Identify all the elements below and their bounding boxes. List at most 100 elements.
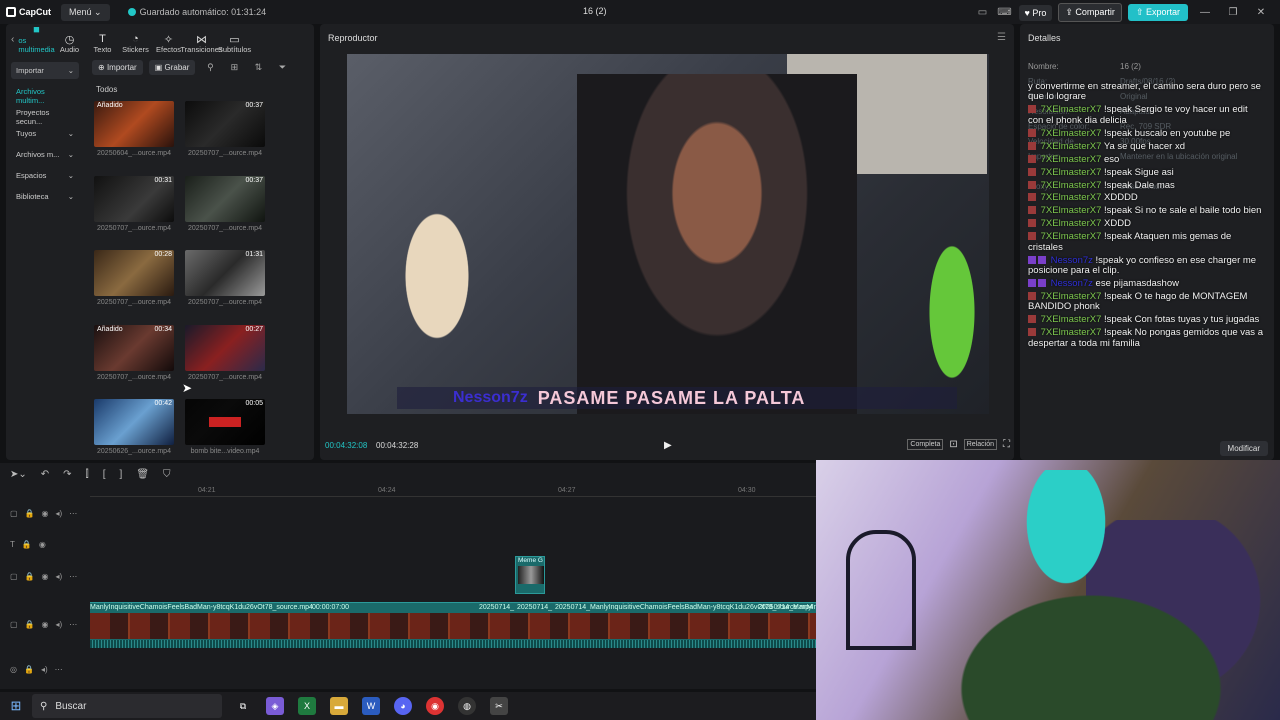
sort-icon[interactable]: ⇅ — [249, 62, 267, 73]
lock-icon[interactable]: 🔒 — [25, 620, 35, 629]
media-item[interactable]: Añadido 00:34 20250707_...ource.mp4 — [94, 324, 174, 381]
modify-button[interactable]: Modificar — [1219, 441, 1268, 456]
excel-icon[interactable]: X — [298, 697, 316, 715]
tab-2[interactable]: T Texto — [86, 33, 119, 54]
more-icon[interactable]: ⋯ — [55, 665, 63, 674]
export-button[interactable]: ⇧ Exportar — [1127, 4, 1188, 21]
tab-6[interactable]: ▭ Subtítulos — [218, 33, 251, 54]
details-key: Nombre: — [1028, 62, 1059, 71]
lock-icon[interactable]: 🔒 — [25, 572, 35, 581]
delete-icon[interactable]: 🗑 — [136, 469, 149, 480]
layout-icon[interactable]: ▭ — [975, 5, 991, 21]
pro-button[interactable]: ♥ Pro — [1018, 4, 1053, 21]
media-item[interactable]: 00:37 20250707_...ource.mp4 — [185, 101, 265, 157]
chevron-left-icon[interactable]: ‹ — [11, 34, 14, 45]
badge-icon — [1028, 193, 1036, 202]
media-item[interactable]: 00:37 20250707_...ource.mp4 — [185, 175, 265, 232]
audio-icon[interactable]: ◂) — [56, 620, 63, 629]
audio-icon[interactable]: ◂) — [56, 572, 63, 581]
video-preview[interactable]: Nesson7z PASAME PASAME LA PALTA — [347, 54, 989, 414]
eye-icon[interactable]: ◉ — [42, 572, 49, 581]
media-item[interactable]: 00:05 bomb bite...video.mp4 — [185, 399, 265, 455]
track-type-icon: ▢ — [10, 572, 18, 581]
chat-text: !speak buscalo en youtube pe — [1104, 127, 1231, 139]
lock-icon[interactable]: 🔒 — [24, 665, 34, 674]
sidebar-item-3[interactable]: Tuyos ⌄ — [11, 125, 79, 142]
sidebar-item-4[interactable]: Archivos m... ⌄ — [11, 146, 79, 163]
word-icon[interactable]: W — [362, 697, 380, 715]
shortcuts-icon[interactable]: ⌨ — [997, 5, 1013, 21]
lock-icon[interactable]: 🔒 — [25, 509, 35, 518]
capcut-taskbar-icon[interactable]: ✂ — [490, 697, 508, 715]
sidebar-item-0[interactable]: Importar ⌄ — [11, 62, 79, 79]
media-item[interactable]: 00:28 20250707_...ource.mp4 — [94, 250, 174, 306]
details-value: 16 (2) — [1120, 62, 1141, 71]
sidebar-item-5[interactable]: Espacios ⌄ — [11, 167, 79, 184]
tab-5[interactable]: ⋈ Transiciones — [180, 33, 222, 54]
tab-3[interactable]: ◔ Stickers — [119, 33, 152, 54]
trim-right-icon[interactable]: ] — [120, 469, 123, 480]
audio-icon[interactable]: ◂) — [41, 665, 48, 674]
undo-icon[interactable]: ↶ — [41, 469, 49, 480]
play-icon[interactable]: ▶ — [664, 440, 672, 451]
marker-icon[interactable]: ⛉ — [163, 469, 171, 480]
minimize-icon[interactable]: — — [1194, 7, 1216, 18]
select-tool-icon[interactable]: ➤⌄ — [10, 469, 27, 480]
share-button[interactable]: ⇪ Compartir — [1058, 3, 1122, 22]
fullscreen-icon[interactable]: ⛶ — [1003, 439, 1010, 450]
file-explorer-icon[interactable]: ▬ — [330, 697, 348, 715]
menu-button[interactable]: Menú ⌄ — [61, 3, 110, 21]
media-duration: 00:28 — [154, 251, 172, 258]
taskbar-search[interactable]: ⚲ Buscar — [32, 694, 222, 718]
main-video-clip[interactable]: ManlyInquisitiveChamoisFeelsBadMan-y8tcq… — [90, 602, 816, 648]
sidebar-item-1[interactable]: Archivos multim... — [11, 83, 79, 105]
more-icon[interactable]: ⋯ — [69, 572, 77, 581]
tab-1[interactable]: ◷ Audio — [53, 33, 86, 54]
chat-username: 7XElmasterX7 — [1040, 140, 1102, 152]
grid-view-icon[interactable]: ⊞ — [225, 62, 243, 73]
tab-0[interactable]: ■ os multimedia — [18, 24, 54, 54]
menu-icon[interactable]: ☰ — [997, 32, 1006, 43]
media-duration: 00:31 — [154, 176, 172, 184]
snapshot-icon[interactable]: ⊡ — [949, 439, 957, 450]
discord-icon[interactable]: ◕ — [394, 697, 412, 715]
import-button[interactable]: ⊕ Importar — [92, 60, 143, 75]
full-quality-button[interactable]: Completa — [907, 439, 944, 450]
maximize-icon[interactable]: ❐ — [1222, 7, 1244, 18]
sidebar-item-2[interactable]: Proyectos secun... — [11, 104, 79, 126]
close-icon[interactable]: ✕ — [1250, 7, 1272, 18]
lock-icon[interactable]: 🔒 — [22, 540, 32, 549]
obs-icon[interactable]: ◍ — [458, 697, 476, 715]
timeline-ruler[interactable]: 04:21 04:24 04:27 04:30 — [90, 487, 816, 497]
eye-icon[interactable]: ◉ — [42, 509, 49, 518]
media-item[interactable]: 01:31 20250707_...ource.mp4 — [185, 250, 265, 306]
media-item[interactable]: 00:42 20250626_...ource.mp4 — [94, 399, 174, 455]
red-logo-icon — [209, 417, 241, 427]
meme-clip[interactable]: Meme G — [515, 556, 545, 594]
more-icon[interactable]: ⋯ — [69, 620, 77, 629]
media-item[interactable]: 00:31 20250707_...ource.mp4 — [94, 175, 174, 232]
chrome-icon[interactable]: ◉ — [426, 697, 444, 715]
filter-icon[interactable]: ⏷ — [273, 62, 291, 73]
media-duration: 01:31 — [245, 251, 263, 258]
media-item[interactable]: 00:27 20250707_...ource.mp4 — [185, 324, 265, 381]
eye-icon[interactable]: ◉ — [39, 540, 46, 549]
search-icon[interactable]: ⚲ — [201, 62, 219, 73]
chat-username: 7XElmasterX7 — [1040, 179, 1102, 191]
redo-icon[interactable]: ↷ — [63, 469, 71, 480]
trim-left-icon[interactable]: [ — [103, 469, 106, 480]
audio-icon[interactable]: ◂) — [56, 509, 63, 518]
sidebar-item-6[interactable]: Biblioteca ⌄ — [11, 188, 79, 205]
windows-start-icon[interactable]: ⊞ — [0, 698, 32, 714]
task-view-icon[interactable]: ⧉ — [234, 697, 252, 715]
more-icon[interactable]: ⋯ — [69, 509, 77, 518]
total-time: 00:04:32:28 — [376, 441, 419, 450]
split-icon[interactable]: ⫿ — [86, 469, 89, 480]
chat-username: 7XElmasterX7 — [1040, 231, 1102, 243]
eye-icon[interactable]: ◉ — [42, 620, 49, 629]
record-button[interactable]: ▣ Grabar — [148, 60, 196, 75]
ratio-button[interactable]: Relación — [963, 439, 997, 450]
chat-message: 7XElmasterX7 eso — [1028, 154, 1264, 165]
media-item[interactable]: Añadido 20250604_...ource.mp4 — [94, 101, 174, 157]
copilot-icon[interactable]: ◈ — [266, 697, 284, 715]
